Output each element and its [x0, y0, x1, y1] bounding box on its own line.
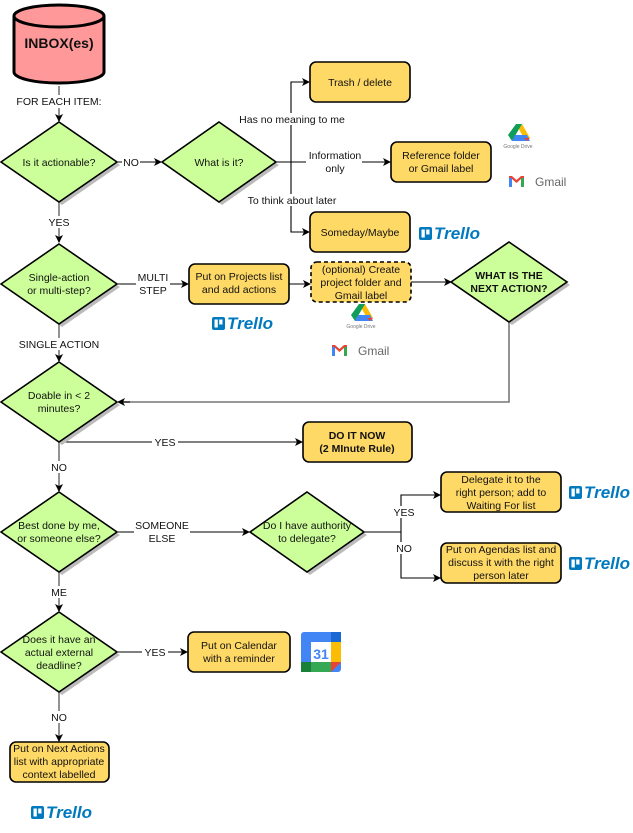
- edge-label-single-action: SINGLE ACTION: [19, 339, 100, 351]
- trello-logo-text: Trello: [227, 314, 273, 333]
- action-delegate: Delegate it to the right person; add to …: [440, 471, 562, 513]
- trello-icon: Trello: [212, 314, 273, 333]
- edge-label-no: NO: [123, 157, 139, 169]
- google-drive-icon: Google Drive: [503, 124, 533, 150]
- edge-label-yes-deadline: YES: [144, 647, 165, 659]
- decision-single-multi: Single-action or multi-step?: [0, 243, 120, 327]
- action-next-actions: Put on Next Actions list with appropriat…: [9, 741, 110, 783]
- decision-text: Does it have an: [23, 634, 96, 646]
- decision-authority: Do I have authority to delegate?: [248, 491, 367, 575]
- trello-logo-text: Trello: [584, 483, 630, 502]
- trello-logo-text: Trello: [434, 224, 480, 243]
- edge-label-no-meaning: Has no meaning to me: [239, 114, 345, 126]
- gmail-logo-text: Gmail: [535, 175, 566, 189]
- inbox-label: INBOX(es): [24, 35, 93, 51]
- edge-label-yes-2min: YES: [154, 437, 175, 449]
- edge-label-no-delegate: NO: [396, 543, 412, 555]
- decision-text: deadline?: [36, 660, 82, 672]
- decision-text: actual external: [25, 647, 93, 659]
- google-drive-icon: Google Drive: [346, 304, 376, 330]
- decision-text: Best done by me,: [18, 520, 100, 532]
- decision-text: What is it?: [194, 157, 243, 169]
- trello-icon: Trello: [569, 554, 630, 573]
- google-calendar-icon: 31: [301, 632, 341, 672]
- action-calendar: Put on Calendar with a reminder: [187, 631, 291, 673]
- edge-label-information: Information: [309, 150, 362, 162]
- edge-label-step: STEP: [139, 285, 166, 297]
- action-text: and add actions: [202, 284, 276, 296]
- decision-text: NEXT ACTION?: [470, 283, 547, 295]
- decision-text: Single-action: [29, 272, 90, 284]
- action-text: Waiting For list: [466, 500, 535, 512]
- action-someday: Someday/Maybe: [309, 211, 411, 253]
- action-text: Put on Projects list: [196, 271, 283, 283]
- google-drive-logo-text: Google Drive: [503, 144, 532, 150]
- inbox-cylinder: INBOX(es): [12, 3, 106, 85]
- google-drive-logo-text: Google Drive: [346, 324, 375, 330]
- edge-label-someone: SOMEONE: [135, 520, 189, 532]
- action-text: Put on Next Actions: [13, 743, 105, 755]
- action-text: right person; add to: [456, 487, 547, 499]
- edge-label-for-each: FOR EACH ITEM:: [16, 96, 101, 108]
- decision-text: WHAT IS THE: [475, 270, 542, 282]
- decision-text: Is it actionable?: [23, 157, 96, 169]
- action-text: Put on Calendar: [201, 640, 277, 652]
- action-text: Reference folder: [402, 150, 480, 162]
- decision-doable: Doable in < 2 minutes?: [0, 361, 120, 445]
- action-text: Trash / delete: [328, 77, 392, 89]
- gmail-icon: Gmail: [332, 344, 389, 358]
- action-text: context labelled: [23, 769, 96, 781]
- action-text: list with appropriate: [14, 756, 105, 768]
- decision-text: minutes?: [38, 403, 81, 415]
- action-text: project folder and: [320, 277, 401, 289]
- edge-label-only: only: [325, 163, 345, 175]
- action-text: Put on Agendas list and: [446, 544, 556, 556]
- action-text: Someday/Maybe: [321, 227, 400, 239]
- decision-text: or someone else?: [17, 533, 101, 545]
- action-create-folder: (optional) Create project folder and Gma…: [310, 261, 412, 303]
- decision-text: Do I have authority: [263, 520, 352, 532]
- trello-icon: Trello: [419, 224, 480, 243]
- decision-best-done: Best done by me, or someone else?: [0, 491, 120, 575]
- calendar-day: 31: [313, 646, 329, 662]
- action-text: Gmail label: [335, 290, 388, 302]
- action-reference: Reference folder or Gmail label: [390, 141, 492, 183]
- decision-what-is-it: What is it?: [160, 121, 279, 205]
- decision-actionable: Is it actionable?: [0, 121, 120, 205]
- edge-label-no-2min: NO: [51, 462, 67, 474]
- action-projects: Put on Projects list and add actions: [188, 263, 290, 305]
- action-text: person later: [473, 570, 529, 582]
- action-do-it-now: DO IT NOW (2 MInute Rule): [302, 421, 413, 463]
- action-text: with a reminder: [202, 653, 275, 665]
- decision-deadline: Does it have an actual external deadline…: [0, 611, 120, 695]
- edge-label-else: ELSE: [149, 533, 176, 545]
- decision-text: to delegate?: [278, 533, 336, 545]
- edge-label-multi: MULTI: [138, 272, 169, 284]
- gmail-logo-text: Gmail: [358, 344, 389, 358]
- decision-next-action: WHAT IS THE NEXT ACTION?: [449, 241, 570, 325]
- action-text: or Gmail label: [409, 163, 474, 175]
- trello-icon: Trello: [31, 803, 92, 822]
- edge-label-me: ME: [51, 587, 67, 599]
- action-text: (optional) Create: [322, 264, 400, 276]
- decision-text: Doable in < 2: [28, 390, 90, 402]
- action-agendas: Put on Agendas list and discuss it with …: [440, 542, 562, 584]
- action-trash: Trash / delete: [309, 61, 411, 103]
- action-text: DO IT NOW: [329, 430, 386, 442]
- edge-label-think-later: To think about later: [248, 195, 337, 207]
- gtd-flowchart: FOR EACH ITEM: NO YES Has no meaning to …: [0, 3, 630, 822]
- trello-logo-text: Trello: [46, 803, 92, 822]
- action-text: discuss it with the right: [448, 557, 554, 569]
- action-text: (2 MInute Rule): [319, 443, 394, 455]
- edge-label-yes: YES: [48, 217, 69, 229]
- trello-icon: Trello: [569, 483, 630, 502]
- edge-label-yes-delegate: YES: [393, 507, 414, 519]
- edge-label-no-deadline: NO: [51, 712, 67, 724]
- trello-logo-text: Trello: [584, 554, 630, 573]
- decision-text: or multi-step?: [27, 285, 91, 297]
- gmail-icon: Gmail: [509, 175, 566, 189]
- action-text: Delegate it to the: [461, 474, 541, 486]
